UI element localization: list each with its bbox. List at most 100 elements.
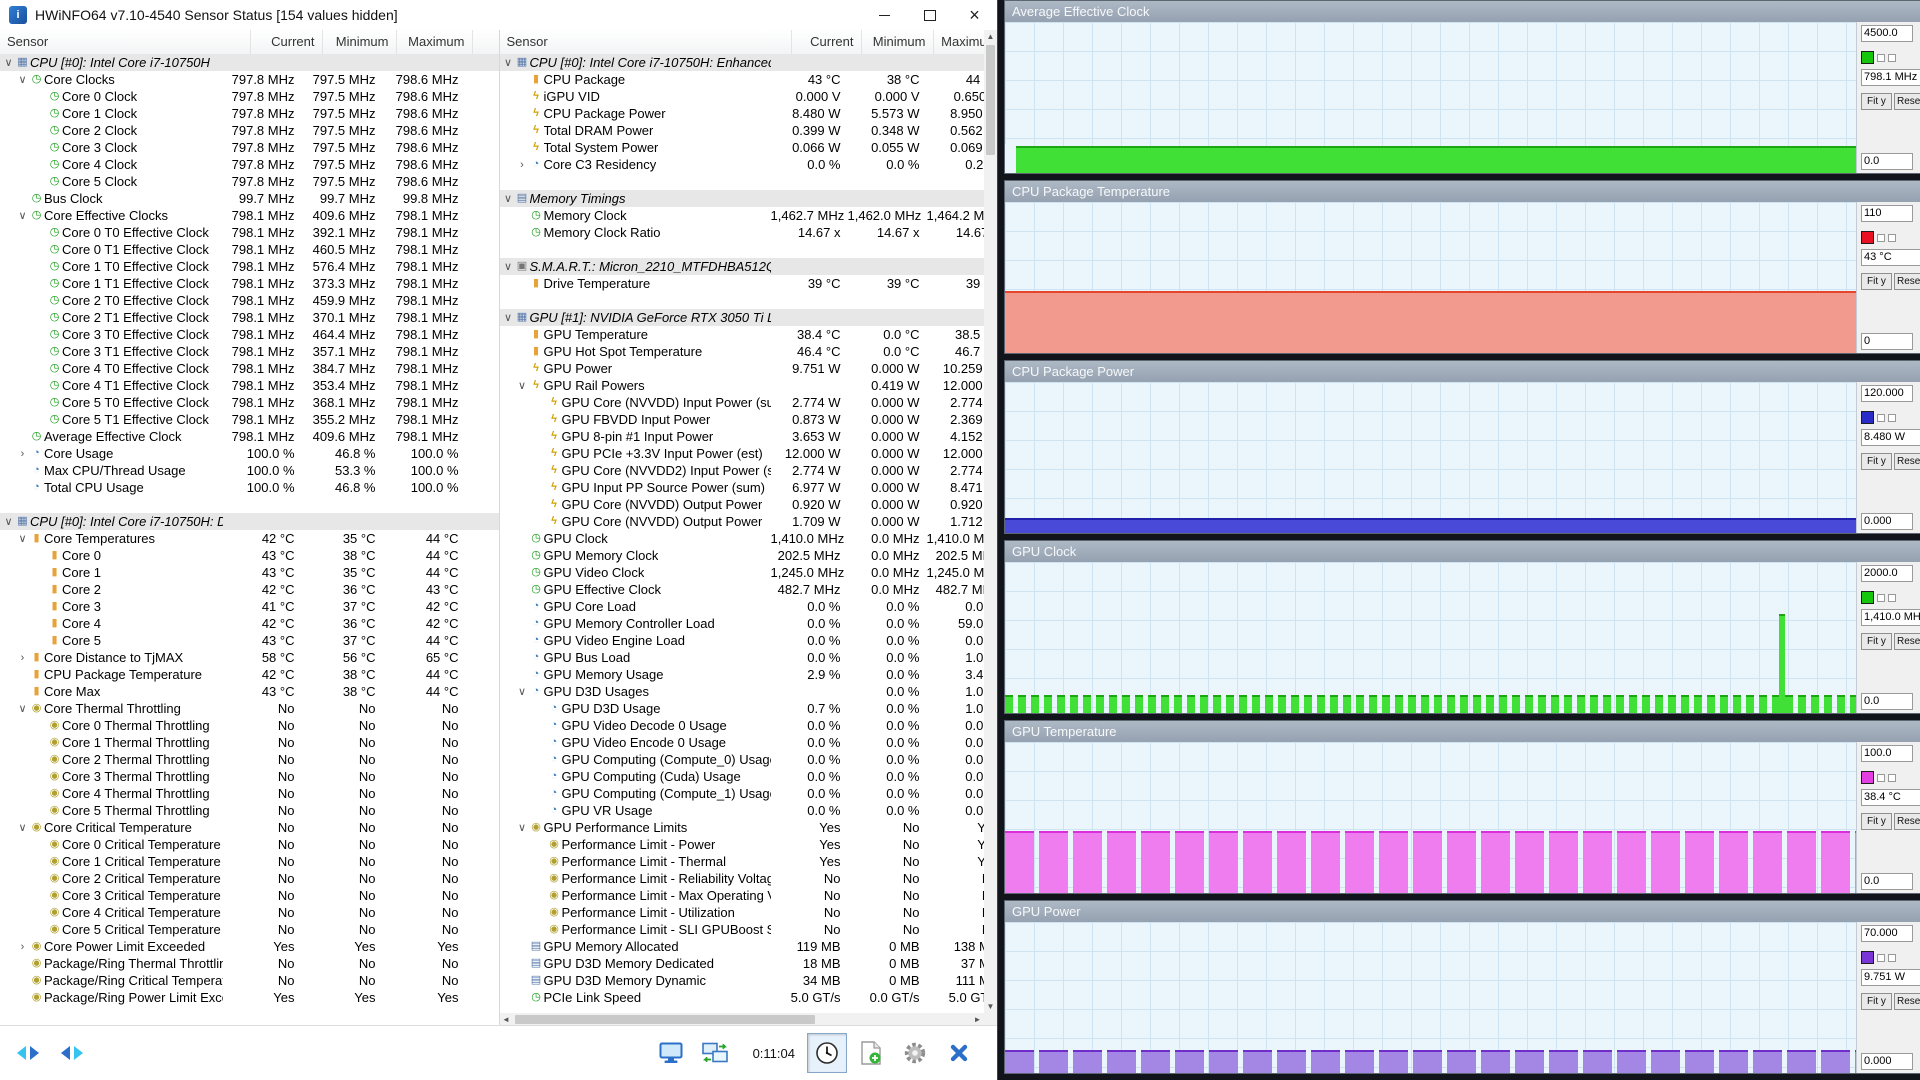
sensor-row[interactable]: ◷Core 2 T0 Effective Clock798.1 MHz459.9… bbox=[0, 292, 499, 309]
sensor-group-row[interactable]: ∨▣S.M.A.R.T.: Micron_2210_MTFDHBA512QFD.… bbox=[500, 258, 998, 275]
sensor-row[interactable]: ◉Core 5 Thermal ThrottlingNoNoNo bbox=[0, 802, 499, 819]
sensor-row[interactable]: ›◉Core Power Limit ExceededYesYesYes bbox=[0, 938, 499, 955]
sensor-row[interactable]: ▮CPU Package Temperature42 °C38 °C44 °C bbox=[0, 666, 499, 683]
scale-min-input[interactable]: 0.0 bbox=[1861, 153, 1913, 170]
fit-y-button[interactable]: Fit y bbox=[1861, 813, 1892, 830]
sensor-row[interactable]: ◉Performance Limit - Reliability Voltage… bbox=[500, 870, 998, 887]
sensor-row[interactable]: ∨▮Core Temperatures42 °C35 °C44 °C bbox=[0, 530, 499, 547]
sensor-row[interactable]: ϟGPU FBVDD Input Power0.873 W0.000 W2.36… bbox=[500, 411, 998, 428]
sensor-row[interactable]: ◷Core 0 T0 Effective Clock798.1 MHz392.1… bbox=[0, 224, 499, 241]
chevron-down-icon[interactable]: ∨ bbox=[516, 379, 529, 392]
scrollbar-thumb[interactable] bbox=[986, 45, 995, 155]
sensor-row[interactable]: ◉Core 4 Critical TemperatureNoNoNo bbox=[0, 904, 499, 921]
sensor-row[interactable]: ◷Core 2 T1 Effective Clock798.1 MHz370.1… bbox=[0, 309, 499, 326]
sensor-row[interactable]: ◔Max CPU/Thread Usage100.0 %53.3 %100.0 … bbox=[0, 462, 499, 479]
sensor-row[interactable]: ›▮Core Distance to TjMAX58 °C56 °C65 °C bbox=[0, 649, 499, 666]
chevron-down-icon[interactable]: ∨ bbox=[502, 192, 515, 205]
series-color-swatch[interactable] bbox=[1861, 771, 1874, 784]
chevron-down-icon[interactable]: ∨ bbox=[16, 702, 29, 715]
sensor-row[interactable]: ϟGPU Power9.751 W0.000 W10.259 W bbox=[500, 360, 998, 377]
sensor-row[interactable]: ▮Core Max43 °C38 °C44 °C bbox=[0, 683, 499, 700]
chevron-right-icon[interactable]: › bbox=[16, 941, 29, 953]
graph-title[interactable]: GPU Temperature bbox=[1005, 721, 1920, 742]
sensor-row[interactable]: ◷Core 0 T1 Effective Clock798.1 MHz460.5… bbox=[0, 241, 499, 258]
scroll-down-icon[interactable]: ▼ bbox=[984, 1000, 997, 1013]
column-header-minimum[interactable]: Minimum bbox=[862, 30, 934, 54]
scale-min-input[interactable]: 0.000 bbox=[1861, 513, 1913, 530]
chevron-down-icon[interactable]: ∨ bbox=[16, 73, 29, 86]
sensor-row[interactable]: ▮Core 143 °C35 °C44 °C bbox=[0, 564, 499, 581]
graph-title[interactable]: GPU Power bbox=[1005, 901, 1920, 922]
sensor-row[interactable]: ◉Core 2 Thermal ThrottlingNoNoNo bbox=[0, 751, 499, 768]
graph-title[interactable]: CPU Package Temperature bbox=[1005, 181, 1920, 202]
sensor-row[interactable]: ◔GPU Core Load0.0 %0.0 %0.0 % bbox=[500, 598, 998, 615]
scale-min-input[interactable]: 0.0 bbox=[1861, 693, 1913, 710]
sensor-row[interactable]: ◉Package/Ring Thermal ThrottlingNoNoNo bbox=[0, 955, 499, 972]
sensor-row[interactable]: ◷GPU Effective Clock482.7 MHz0.0 MHz482.… bbox=[500, 581, 998, 598]
sensor-row[interactable]: ›◔Core C3 Residency0.0 %0.0 %0.2 % bbox=[500, 156, 998, 173]
sensor-row[interactable]: ◉Core 5 Critical TemperatureNoNoNo bbox=[0, 921, 499, 938]
sensor-row[interactable]: ◉Performance Limit - ThermalYesNoYes bbox=[500, 853, 998, 870]
column-header-current[interactable]: Current bbox=[251, 30, 323, 54]
sensor-row[interactable]: ▮Core 341 °C37 °C42 °C bbox=[0, 598, 499, 615]
chevron-down-icon[interactable]: ∨ bbox=[502, 56, 515, 69]
sensor-row[interactable]: ▮Core 442 °C36 °C42 °C bbox=[0, 615, 499, 632]
sensor-row[interactable]: ϟGPU Core (NVVDD) Input Power (sum)2.774… bbox=[500, 394, 998, 411]
sensor-row[interactable]: ◷Core 2 Clock797.8 MHz797.5 MHz798.6 MHz bbox=[0, 122, 499, 139]
sensor-row[interactable]: ◷Core 1 Clock797.8 MHz797.5 MHz798.6 MHz bbox=[0, 105, 499, 122]
series-option-box[interactable] bbox=[1877, 954, 1885, 962]
sensor-row[interactable]: ◔GPU Memory Controller Load0.0 %0.0 %59.… bbox=[500, 615, 998, 632]
scale-min-input[interactable]: 0.0 bbox=[1861, 873, 1913, 890]
sensor-row[interactable]: ϟGPU Core (NVVDD) Output Power0.920 W0.0… bbox=[500, 496, 998, 513]
chevron-right-icon[interactable]: › bbox=[16, 448, 29, 460]
sensor-row[interactable]: ▮Drive Temperature39 °C39 °C39 °C bbox=[500, 275, 998, 292]
sensor-row[interactable]: ◷GPU Memory Clock202.5 MHz0.0 MHz202.5 M… bbox=[500, 547, 998, 564]
history-forward-button[interactable] bbox=[52, 1033, 92, 1073]
series-option-box[interactable] bbox=[1888, 954, 1896, 962]
fit-y-button[interactable]: Fit y bbox=[1861, 273, 1892, 290]
sensor-row[interactable]: ◷Core 4 T0 Effective Clock798.1 MHz384.7… bbox=[0, 360, 499, 377]
sensor-row[interactable]: ◷Memory Clock1,462.7 MHz1,462.0 MHz1,464… bbox=[500, 207, 998, 224]
sensor-row[interactable]: ◉Core 3 Thermal ThrottlingNoNoNo bbox=[0, 768, 499, 785]
sensor-row[interactable]: ϟGPU Core (NVVDD) Output Power1.709 W0.0… bbox=[500, 513, 998, 530]
sensor-row[interactable]: ◷Core 3 T1 Effective Clock798.1 MHz357.1… bbox=[0, 343, 499, 360]
sensor-row[interactable]: ◷PCIe Link Speed5.0 GT/s0.0 GT/s5.0 GT/s bbox=[500, 989, 998, 1006]
sensor-row[interactable]: ∨ϟGPU Rail Powers0.419 W12.000 W bbox=[500, 377, 998, 394]
sensor-row[interactable]: ϟGPU PCIe +3.3V Input Power (est)12.000 … bbox=[500, 445, 998, 462]
vertical-scrollbar[interactable]: ▲ ▼ bbox=[984, 30, 997, 1013]
sensor-row[interactable]: ◉Core 1 Critical TemperatureNoNoNo bbox=[0, 853, 499, 870]
sensor-row[interactable]: ϟiGPU VID0.000 V0.000 V0.650 V bbox=[500, 88, 998, 105]
sensor-row[interactable]: ∨◷Core Clocks797.8 MHz797.5 MHz798.6 MHz bbox=[0, 71, 499, 88]
sensor-row[interactable]: ◷Bus Clock99.7 MHz99.7 MHz99.8 MHz bbox=[0, 190, 499, 207]
chevron-right-icon[interactable]: › bbox=[516, 159, 529, 171]
sensor-group-row[interactable]: ∨▦CPU [#0]: Intel Core i7-10750H bbox=[0, 54, 499, 71]
sensor-row[interactable]: ▮CPU Package43 °C38 °C44 °C bbox=[500, 71, 998, 88]
scale-max-input[interactable]: 100.0 bbox=[1861, 745, 1913, 762]
sensor-row[interactable]: ▮GPU Hot Spot Temperature46.4 °C0.0 °C46… bbox=[500, 343, 998, 360]
sensor-row[interactable]: ∨◉Core Thermal ThrottlingNoNoNo bbox=[0, 700, 499, 717]
sensor-row[interactable]: ◔GPU VR Usage0.0 %0.0 %0.0 % bbox=[500, 802, 998, 819]
sensors-button[interactable] bbox=[695, 1033, 735, 1073]
sensor-row[interactable]: ▤GPU Memory Allocated119 MB0 MB138 MB bbox=[500, 938, 998, 955]
sensor-row[interactable]: ϟGPU 8-pin #1 Input Power3.653 W0.000 W4… bbox=[500, 428, 998, 445]
close-button[interactable]: × bbox=[952, 0, 997, 30]
chevron-down-icon[interactable]: ∨ bbox=[2, 56, 15, 69]
chevron-down-icon[interactable]: ∨ bbox=[516, 821, 529, 834]
sensor-row[interactable]: ◷Core 3 T0 Effective Clock798.1 MHz464.4… bbox=[0, 326, 499, 343]
sensor-row[interactable]: ◉Performance Limit - SLI GPUBoost SyncNo… bbox=[500, 921, 998, 938]
sensor-row[interactable]: ◉Core 3 Critical TemperatureNoNoNo bbox=[0, 887, 499, 904]
series-color-swatch[interactable] bbox=[1861, 591, 1874, 604]
sensor-row[interactable]: ◉Core 1 Thermal ThrottlingNoNoNo bbox=[0, 734, 499, 751]
chevron-right-icon[interactable]: › bbox=[16, 652, 29, 664]
reset-button[interactable]: Reset bbox=[1894, 93, 1920, 110]
chevron-down-icon[interactable]: ∨ bbox=[16, 209, 29, 222]
chevron-down-icon[interactable]: ∨ bbox=[502, 260, 515, 273]
sensor-row[interactable]: ◷GPU Video Clock1,245.0 MHz0.0 MHz1,245.… bbox=[500, 564, 998, 581]
column-header-sensor[interactable]: Sensor bbox=[500, 30, 792, 54]
graph-title[interactable]: GPU Clock bbox=[1005, 541, 1920, 562]
column-header-sensor[interactable]: Sensor bbox=[0, 30, 251, 54]
scale-min-input[interactable]: 0 bbox=[1861, 333, 1913, 350]
series-option-box[interactable] bbox=[1888, 234, 1896, 242]
scroll-up-icon[interactable]: ▲ bbox=[984, 30, 997, 43]
sensor-row[interactable]: ◷Core 5 Clock797.8 MHz797.5 MHz798.6 MHz bbox=[0, 173, 499, 190]
